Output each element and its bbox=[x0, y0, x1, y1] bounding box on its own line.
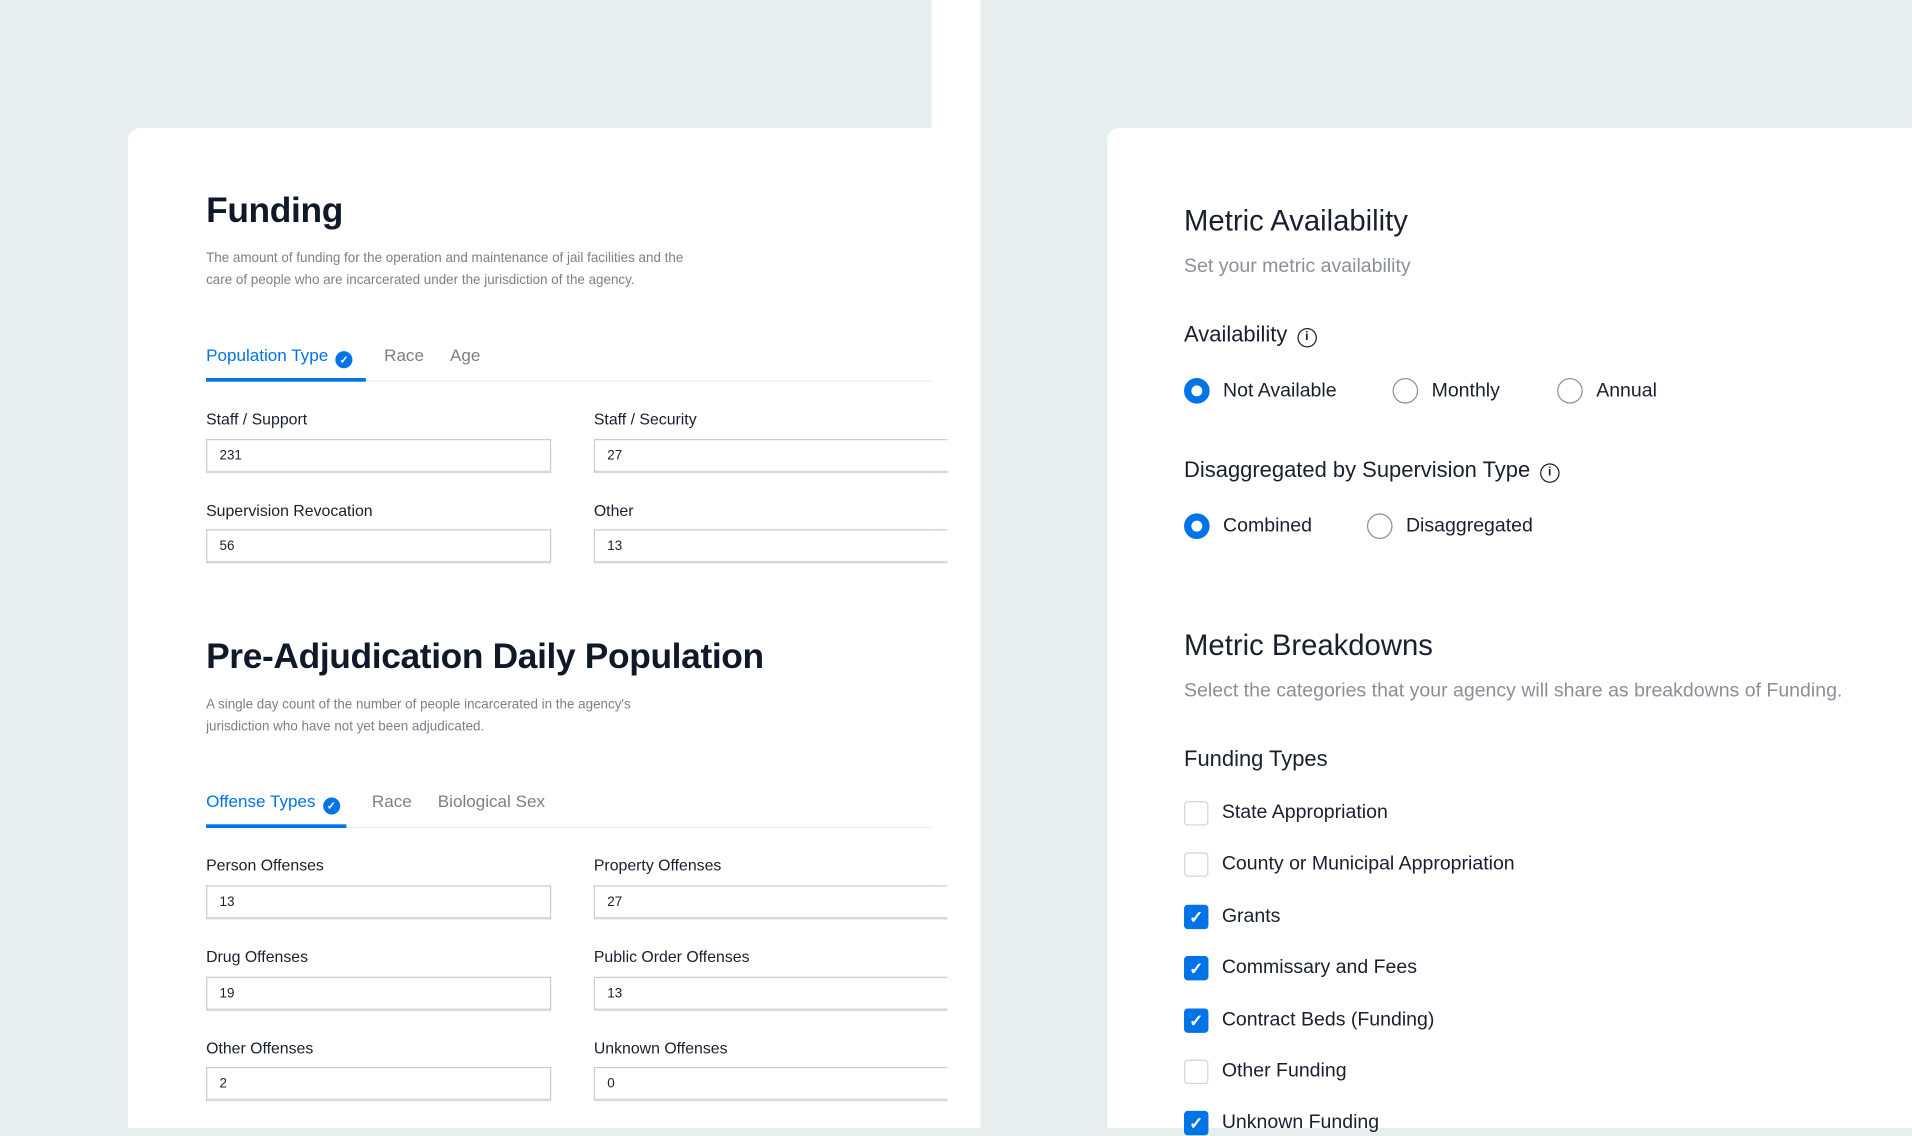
public-order-offenses-input[interactable]: 13 bbox=[593, 976, 948, 1011]
checkbox-label: Contract Beds (Funding) bbox=[1221, 1009, 1435, 1030]
metric-settings-card: Metric Availability Set your metric avai… bbox=[1107, 128, 1912, 1136]
radio-icon bbox=[1366, 513, 1393, 539]
field-label: Staff / Support bbox=[206, 409, 308, 429]
drug-offenses-input[interactable]: 19 bbox=[206, 976, 552, 1011]
radio-combined[interactable]: Combined bbox=[1184, 513, 1312, 539]
field-label: Person Offenses bbox=[206, 856, 324, 875]
info-icon[interactable]: i bbox=[1539, 463, 1560, 483]
field-label: Property Offenses bbox=[593, 856, 722, 875]
field-label: Supervision Revocation bbox=[206, 501, 373, 520]
metric-breakdowns-subtitle: Select the categories that your agency w… bbox=[1184, 680, 1843, 702]
info-icon[interactable]: i bbox=[1297, 328, 1317, 348]
field-label: Other Offenses bbox=[206, 1038, 314, 1058]
checkbox-label: Commissary and Fees bbox=[1221, 957, 1417, 979]
radio-not-available[interactable]: Not Available bbox=[1184, 378, 1337, 404]
disaggregation-heading: Disaggregated by Supervision Type i bbox=[1184, 457, 1560, 483]
property-offenses-input[interactable]: 27 bbox=[593, 885, 948, 920]
active-tab-underline bbox=[206, 378, 366, 382]
check-circle-icon: ✓ bbox=[322, 797, 340, 815]
tab-biological-sex[interactable]: Biological Sex bbox=[438, 791, 545, 811]
field-label: Other bbox=[593, 501, 634, 520]
checkbox-checked-icon: ✓ bbox=[1184, 1111, 1209, 1136]
checkbox-label: County or Municipal Appropriation bbox=[1221, 854, 1515, 875]
funding-title: Funding bbox=[206, 191, 343, 231]
heading-label: Availability bbox=[1184, 321, 1288, 347]
radio-icon bbox=[1392, 378, 1419, 404]
option-label: Not Available bbox=[1223, 379, 1337, 401]
funding-types-heading: Funding Types bbox=[1184, 746, 1328, 771]
radio-icon bbox=[1557, 378, 1583, 404]
tab-label: Offense Types bbox=[206, 791, 316, 811]
staff-support-input[interactable]: 231 bbox=[206, 438, 552, 474]
radio-disaggregated[interactable]: Disaggregated bbox=[1366, 513, 1533, 539]
tab-race[interactable]: Race bbox=[384, 345, 424, 365]
field-label: Unknown Offenses bbox=[593, 1038, 728, 1058]
checkbox-checked-icon: ✓ bbox=[1184, 904, 1209, 929]
staff-security-input[interactable]: 27 bbox=[593, 438, 948, 474]
checkbox-checked-icon: ✓ bbox=[1184, 956, 1209, 981]
tab-label: Population Type bbox=[206, 345, 329, 365]
other-input[interactable]: 13 bbox=[593, 529, 948, 564]
checkbox-item[interactable]: ✓ Commissary and Fees bbox=[1184, 956, 1417, 981]
active-tab-underline bbox=[206, 824, 347, 828]
checkbox-label: Unknown Funding bbox=[1221, 1112, 1380, 1134]
checkbox-item[interactable]: ✓ Grants bbox=[1184, 904, 1281, 929]
metric-entry-card: Funding The amount of funding for the op… bbox=[128, 128, 948, 1128]
pre-adjudication-description: A single day count of the number of peop… bbox=[206, 697, 631, 735]
metric-availability-subtitle: Set your metric availability bbox=[1184, 256, 1411, 277]
tab-population-type[interactable]: Population Type ✓ bbox=[206, 345, 353, 369]
option-label: Disaggregated bbox=[1405, 515, 1533, 536]
field-label: Drug Offenses bbox=[206, 947, 309, 966]
metric-availability-title: Metric Availability bbox=[1184, 204, 1408, 238]
checkbox-item[interactable]: ✓ Contract Beds (Funding) bbox=[1184, 1007, 1435, 1033]
checkbox-item[interactable]: Other Funding bbox=[1184, 1059, 1347, 1085]
pre-adjudication-title: Pre-Adjudication Daily Population bbox=[206, 637, 764, 677]
checkbox-icon bbox=[1184, 852, 1209, 878]
availability-heading: Availability i bbox=[1184, 322, 1317, 348]
person-offenses-input[interactable]: 13 bbox=[206, 885, 552, 920]
checkbox-item[interactable]: State Appropriation bbox=[1184, 801, 1388, 826]
radio-selected-icon bbox=[1184, 378, 1210, 404]
panel-separator bbox=[931, 0, 981, 1128]
funding-description: The amount of funding for the operation … bbox=[206, 251, 684, 288]
checkbox-item[interactable]: County or Municipal Appropriation bbox=[1184, 852, 1515, 878]
checkbox-label: State Appropriation bbox=[1221, 802, 1388, 824]
checkbox-icon bbox=[1184, 1059, 1209, 1085]
checkbox-label: Other Funding bbox=[1221, 1060, 1347, 1082]
tab-race[interactable]: Race bbox=[372, 791, 412, 811]
radio-selected-icon bbox=[1184, 513, 1210, 539]
checkbox-item[interactable]: ✓ Unknown Funding bbox=[1184, 1111, 1380, 1136]
option-label: Annual bbox=[1596, 379, 1657, 401]
field-label: Public Order Offenses bbox=[593, 947, 750, 966]
tab-offense-types[interactable]: Offense Types ✓ bbox=[206, 791, 340, 815]
radio-annual[interactable]: Annual bbox=[1557, 378, 1657, 404]
tab-age[interactable]: Age bbox=[450, 345, 480, 365]
supervision-revocation-input[interactable]: 56 bbox=[206, 529, 552, 564]
checkbox-checked-icon: ✓ bbox=[1184, 1007, 1209, 1033]
option-label: Monthly bbox=[1431, 379, 1500, 401]
radio-monthly[interactable]: Monthly bbox=[1392, 378, 1500, 404]
checkbox-icon bbox=[1184, 801, 1209, 826]
other-offenses-input[interactable]: 2 bbox=[206, 1066, 552, 1102]
metric-breakdowns-title: Metric Breakdowns bbox=[1184, 629, 1433, 663]
option-label: Combined bbox=[1223, 515, 1312, 536]
checkbox-label: Grants bbox=[1221, 905, 1281, 927]
unknown-offenses-input[interactable]: 0 bbox=[593, 1066, 948, 1102]
heading-label: Disaggregated by Supervision Type bbox=[1184, 457, 1531, 482]
field-label: Staff / Security bbox=[593, 409, 697, 429]
check-circle-icon: ✓ bbox=[335, 351, 353, 369]
